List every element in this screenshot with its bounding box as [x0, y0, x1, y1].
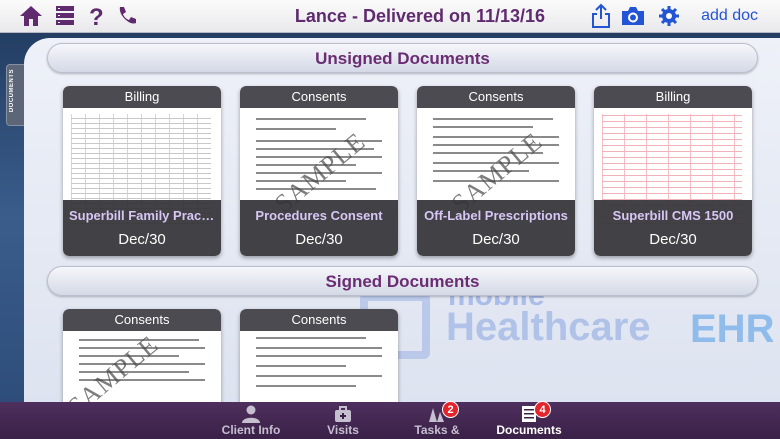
help-icon[interactable]: ? — [84, 3, 110, 29]
tab-label: Documents — [496, 423, 562, 437]
card-type-label: Consents — [240, 309, 398, 331]
camera-icon[interactable] — [620, 3, 646, 29]
signed-doc-card[interactable]: Consents SAMPLE — [63, 309, 221, 405]
documents-badge: 4 — [534, 401, 551, 418]
card-doc-date: Dec/30 — [118, 231, 166, 248]
phone-icon[interactable] — [114, 3, 140, 29]
card-doc-date: Dec/30 — [295, 231, 343, 248]
card-type-label: Consents — [240, 86, 398, 108]
tab-visits[interactable]: Visits — [320, 405, 366, 437]
card-doc-date: Dec/30 — [649, 231, 697, 248]
card-type-label: Consents — [417, 86, 575, 108]
card-doc-name: Superbill CMS 1500 — [612, 208, 734, 223]
bag-icon — [333, 405, 353, 423]
doc-card-superbill-cms[interactable]: Billing Superbill CMS 1500 Dec/30 — [594, 86, 752, 256]
card-footer: Superbill CMS 1500 Dec/30 — [594, 200, 752, 256]
signed-documents-header: Signed Documents — [47, 266, 758, 296]
side-tab-label: DOCUMENTS — [9, 69, 15, 113]
tab-client-info[interactable]: Client Info — [218, 405, 284, 437]
doc-card-procedures-consent[interactable]: Consents SAMPLE Procedures Consent Dec/3… — [240, 86, 398, 256]
card-footer: Superbill Family Practice Dec/30 — [63, 200, 221, 256]
documents-icon: 4 — [519, 401, 551, 423]
tab-label: Tasks & Billing — [414, 423, 460, 439]
page-title: Lance - Delivered on 11/13/16 — [294, 6, 546, 26]
card-type-label: Billing — [63, 86, 221, 108]
tab-label: Client Info — [221, 423, 281, 437]
doc-card-superbill-family[interactable]: Billing Superbill Family Practice Dec/30 — [63, 86, 221, 256]
card-footer: Off-Label Prescriptions Dec/30 — [417, 200, 575, 256]
documents-side-tab[interactable]: DOCUMENTS — [6, 64, 26, 126]
add-doc-button[interactable]: add doc — [701, 7, 758, 25]
signed-doc-card[interactable]: Consents — [240, 309, 398, 405]
bottom-tab-bar: Client Info Visits 2 Tasks & Billing 4 D… — [0, 401, 780, 439]
card-type-label: Billing — [594, 86, 752, 108]
doc-card-off-label[interactable]: Consents SAMPLE Off-Label Prescriptions … — [417, 86, 575, 256]
card-doc-date: Dec/30 — [472, 231, 520, 248]
doc-thumbnail — [246, 331, 392, 405]
tab-label: Visits — [327, 423, 359, 437]
tasks-icon: 2 — [427, 401, 459, 423]
card-doc-name: Procedures Consent — [255, 208, 383, 223]
unsigned-documents-header: Unsigned Documents — [47, 43, 758, 73]
card-type-label: Consents — [63, 309, 221, 331]
person-icon — [241, 405, 261, 423]
top-bar: ? Lance - Delivered on 11/13/16 add doc — [0, 0, 780, 33]
tasks-badge: 2 — [442, 401, 459, 418]
tab-tasks-billing[interactable]: 2 Tasks & Billing — [396, 401, 478, 439]
card-doc-name: Superbill Family Practice — [69, 208, 215, 223]
tab-documents[interactable]: 4 Documents — [493, 401, 565, 437]
doc-thumbnail: SAMPLE — [63, 330, 215, 405]
home-icon[interactable] — [18, 3, 44, 29]
share-icon[interactable] — [588, 3, 614, 29]
gear-icon[interactable] — [656, 3, 682, 29]
card-footer: Procedures Consent Dec/30 — [240, 200, 398, 256]
server-icon[interactable] — [52, 3, 78, 29]
card-doc-name: Off-Label Prescriptions — [424, 208, 568, 223]
svg-text:?: ? — [89, 4, 104, 28]
